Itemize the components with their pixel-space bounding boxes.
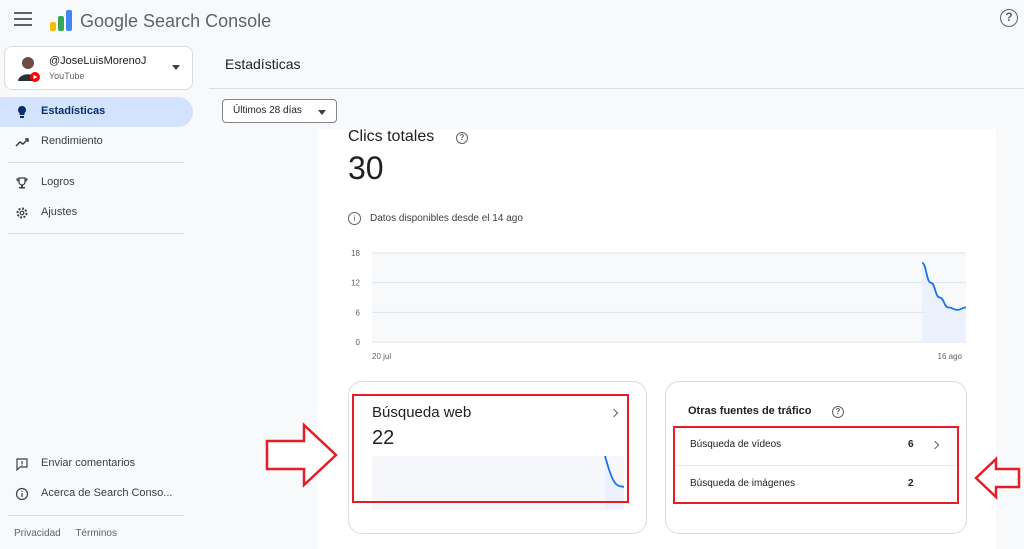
y-tick-label: 12 — [351, 279, 360, 288]
divider — [209, 88, 1024, 89]
divider — [8, 233, 184, 234]
chevron-right-icon — [930, 440, 940, 450]
top-bar: Google Search Console ? — [0, 0, 1024, 44]
privacy-link[interactable]: Privacidad — [14, 528, 61, 539]
sidebar-item-label: Rendimiento — [41, 135, 103, 147]
x-tick-label: 20 jul — [372, 352, 391, 361]
arrow-left-icon — [974, 456, 1021, 500]
help-icon[interactable]: ? — [832, 406, 844, 418]
total-clicks-value: 30 — [348, 150, 384, 186]
sidebar-item-about[interactable]: Acerca de Search Conso... — [0, 479, 193, 509]
feedback-icon — [16, 458, 28, 471]
trending-up-icon — [15, 138, 29, 147]
source-value: 6 — [908, 439, 914, 450]
gear-icon — [16, 207, 28, 219]
help-icon[interactable]: ? — [1000, 9, 1018, 27]
product-name: Google Search Console — [80, 11, 272, 31]
sidebar-item-logros[interactable]: Logros — [0, 168, 193, 198]
info-icon: i — [348, 212, 361, 225]
property-name: @JoseLuisMorenoJ — [49, 55, 147, 67]
sidebar-item-label: Logros — [41, 176, 75, 188]
sidebar-item-feedback[interactable]: Enviar comentarios — [0, 449, 193, 479]
x-tick-label: 16 ago — [938, 352, 963, 361]
property-selector[interactable]: @JoseLuisMorenoJ YouTube — [4, 46, 193, 90]
sidebar-item-label: Enviar comentarios — [41, 457, 136, 469]
divider — [8, 515, 184, 516]
divider — [8, 162, 184, 163]
clicks-chart: 18 12 6 0 20 jul 16 ago — [351, 249, 967, 361]
web-search-label: Búsqueda web — [372, 404, 472, 421]
sidebar: @JoseLuisMorenoJ YouTube Estadísticas Re… — [0, 44, 200, 549]
sidebar-item-rendimiento[interactable]: Rendimiento — [0, 127, 193, 157]
search-console-logo — [50, 10, 72, 31]
data-notice: Datos disponibles desde el 14 ago — [370, 213, 523, 224]
web-search-value: 22 — [372, 427, 395, 449]
sidebar-item-label: Estadísticas — [41, 105, 106, 117]
web-search-sparkline — [372, 456, 624, 510]
page-title: Estadísticas — [225, 56, 301, 72]
total-clicks-label: Clics totales — [348, 128, 435, 145]
chevron-down-icon — [318, 110, 326, 115]
sidebar-item-ajustes[interactable]: Ajustes — [0, 198, 193, 228]
source-value: 2 — [908, 478, 914, 489]
lightbulb-icon — [18, 106, 26, 118]
list-item-image-search[interactable]: Búsqueda de imágenes 2 — [676, 466, 958, 504]
date-range-label: Últimos 28 días — [233, 105, 302, 116]
sidebar-item-label: Ajustes — [41, 206, 78, 218]
list-item-video-search[interactable]: Búsqueda de vídeos 6 — [676, 427, 958, 465]
sidebar-item-estadisticas[interactable]: Estadísticas — [0, 97, 193, 127]
terms-link[interactable]: Términos — [75, 528, 117, 539]
help-icon[interactable]: ? — [456, 132, 468, 144]
other-sources-title: Otras fuentes de tráfico — [688, 405, 812, 417]
property-type: YouTube — [49, 71, 85, 81]
trophy-icon — [16, 177, 28, 189]
source-label: Búsqueda de imágenes — [690, 478, 796, 489]
sidebar-item-label: Acerca de Search Conso... — [41, 487, 173, 499]
info-icon — [15, 487, 29, 501]
source-label: Búsqueda de vídeos — [690, 439, 782, 450]
arrow-right-icon — [265, 422, 338, 488]
y-tick-label: 18 — [351, 249, 360, 258]
plot-area — [372, 253, 966, 342]
hamburger-icon[interactable] — [14, 12, 32, 26]
y-tick-label: 6 — [356, 308, 361, 317]
avatar — [18, 57, 40, 82]
date-range-dropdown[interactable]: Últimos 28 días — [222, 99, 337, 123]
chevron-down-icon — [172, 65, 180, 70]
y-tick-label: 0 — [356, 338, 361, 347]
footer-links: Privacidad Términos — [14, 528, 129, 539]
